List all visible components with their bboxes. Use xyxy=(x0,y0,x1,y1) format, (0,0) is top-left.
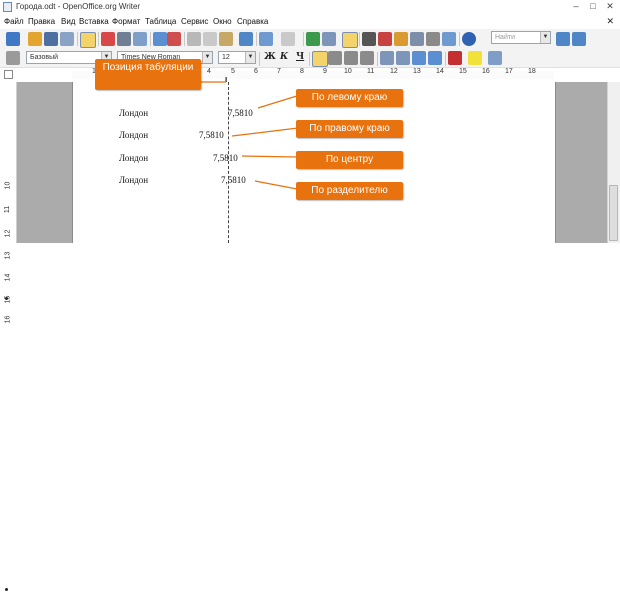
vruler-label: 16 xyxy=(4,315,12,324)
vruler-label: 13 xyxy=(4,251,12,260)
callout-decimal-align: По разделителю xyxy=(296,182,403,200)
vruler-label: 14 xyxy=(4,273,12,282)
callout-tab-position: Позиция табуляции xyxy=(95,59,201,90)
bullet-dot xyxy=(5,588,8,591)
callout-right-align: По правому краю xyxy=(296,120,403,138)
bullet-dot xyxy=(5,297,8,300)
callout-left-align: По левому краю xyxy=(296,89,403,107)
callout-center-align: По центру xyxy=(296,151,403,169)
